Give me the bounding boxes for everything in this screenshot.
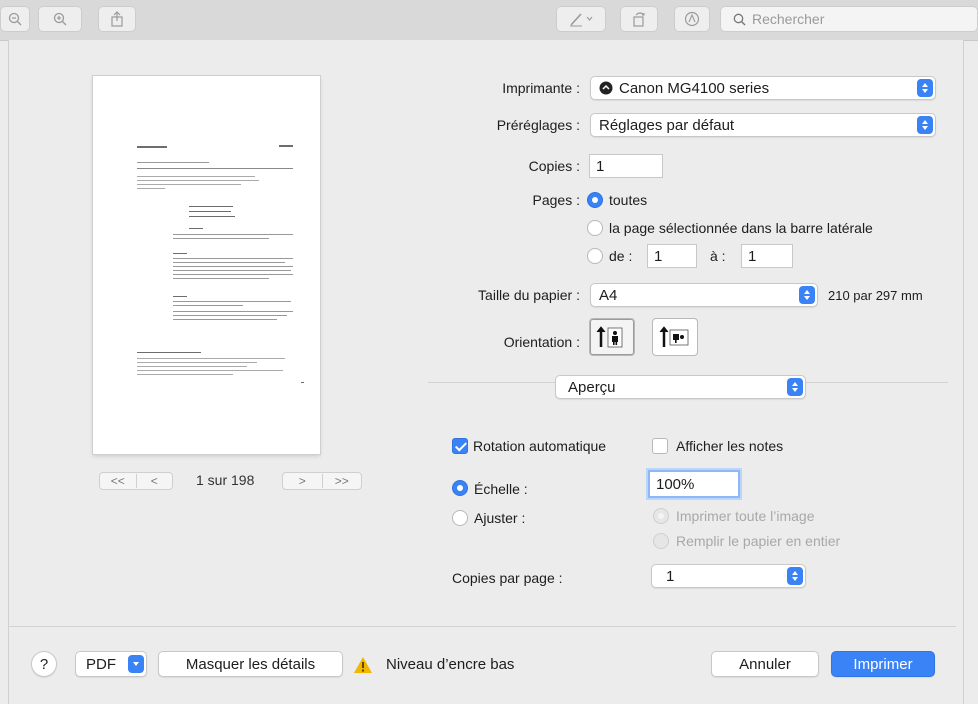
chevron-updown-icon [787, 567, 803, 585]
paper-size-label: Taille du papier : [478, 287, 580, 303]
fit-label: Ajuster : [474, 510, 526, 526]
warning-icon [354, 657, 372, 673]
search-field[interactable]: Rechercher [720, 6, 978, 32]
rotate-button[interactable] [620, 6, 658, 32]
search-icon [733, 13, 746, 25]
paper-size-popup[interactable]: A4 [590, 283, 818, 307]
ink-warning-text: Niveau d’encre bas [386, 656, 515, 673]
presets-popup[interactable]: Réglages par défaut [590, 113, 936, 137]
chevron-updown-icon [799, 286, 815, 304]
fill-paper-label: Remplir le papier en entier [676, 533, 841, 549]
auto-rotate-label: Rotation automatique [473, 438, 607, 454]
orientation-landscape-button[interactable] [652, 318, 698, 356]
section-value: Aperçu [568, 378, 616, 396]
presets-label: Préréglages : [496, 117, 580, 133]
pages-selected-radio[interactable] [587, 220, 603, 236]
share-button[interactable] [98, 6, 136, 32]
markup-button[interactable] [556, 6, 606, 32]
annotate-button[interactable] [674, 6, 710, 32]
section-popup[interactable]: Aperçu [555, 375, 806, 399]
pdf-label: PDF [86, 655, 116, 673]
next-page-button[interactable]: > [283, 474, 322, 488]
chevron-updown-icon [917, 116, 933, 134]
landscape-orientation-icon [659, 326, 689, 347]
copies-label: Copies : [528, 158, 580, 174]
chevron-down-icon [128, 655, 144, 673]
fill-paper-radio[interactable] [653, 533, 669, 549]
show-notes-label: Afficher les notes [676, 438, 784, 454]
print-entire-radio[interactable] [653, 508, 669, 524]
scale-radio[interactable] [452, 480, 468, 496]
rotate-icon [633, 12, 645, 27]
pages-to-label: à : [710, 248, 726, 264]
scale-label: Échelle : [474, 481, 528, 497]
toolbar: Rechercher [0, 0, 978, 41]
hide-details-button[interactable]: Masquer les détails [158, 651, 343, 677]
pages-range-radio[interactable] [587, 248, 603, 264]
share-icon [111, 11, 123, 27]
zoom-out-button[interactable] [0, 6, 30, 32]
print-button[interactable]: Imprimer [831, 651, 935, 677]
auto-rotate-checkbox[interactable] [452, 438, 468, 454]
printer-label: Imprimante : [502, 80, 580, 96]
zoom-in-button[interactable] [38, 6, 82, 32]
pages-to-field[interactable]: 1 [741, 244, 793, 268]
show-notes-checkbox[interactable] [652, 438, 668, 454]
printer-status-icon [599, 81, 613, 95]
cancel-button[interactable]: Annuler [711, 651, 819, 677]
last-page-button[interactable]: >> [323, 474, 362, 488]
scale-field[interactable]: 100% [648, 470, 740, 498]
pages-from-label: de : [609, 248, 633, 264]
zoom-in-icon [53, 12, 67, 26]
pages-all-label: toutes [609, 192, 648, 208]
pages-all-radio[interactable] [587, 192, 603, 208]
copies-per-page-label: Copies par page : [452, 570, 563, 586]
chevron-updown-icon [917, 79, 933, 97]
orientation-portrait-button[interactable] [589, 318, 635, 356]
copies-per-page-popup[interactable]: 1 [651, 564, 806, 588]
preview-back-buttons: << < [99, 472, 173, 490]
printer-popup[interactable]: Canon MG4100 series [590, 76, 936, 100]
help-button[interactable]: ? [31, 651, 57, 677]
preview-forward-buttons: > >> [282, 472, 362, 490]
fit-radio[interactable] [452, 510, 468, 526]
pages-label: Pages : [532, 192, 580, 208]
zoom-out-icon [8, 12, 22, 26]
paper-dimensions: 210 par 297 mm [828, 288, 923, 303]
pdf-menu-button[interactable]: PDF [75, 651, 147, 677]
previous-page-button[interactable]: < [137, 474, 173, 488]
pages-from-field[interactable]: 1 [647, 244, 697, 268]
page-preview [93, 76, 320, 454]
pen-icon [570, 13, 593, 27]
orientation-label: Orientation : [503, 334, 580, 350]
pages-selected-label: la page sélectionnée dans la barre latér… [609, 220, 873, 236]
page-counter: 1 sur 198 [196, 472, 255, 488]
paper-size-value: A4 [599, 286, 618, 304]
presets-value: Réglages par défaut [599, 116, 735, 134]
portrait-orientation-icon [596, 326, 623, 348]
printer-value: Canon MG4100 series [619, 79, 770, 97]
footer-divider [8, 626, 956, 627]
print-entire-label: Imprimer toute l’image [676, 508, 815, 524]
copies-field[interactable]: 1 [589, 154, 663, 178]
first-page-button[interactable]: << [100, 474, 136, 488]
chevron-updown-icon [787, 378, 803, 396]
markup-circle-icon [684, 11, 700, 27]
search-placeholder: Rechercher [752, 11, 825, 27]
copies-per-page-value: 1 [666, 567, 675, 585]
